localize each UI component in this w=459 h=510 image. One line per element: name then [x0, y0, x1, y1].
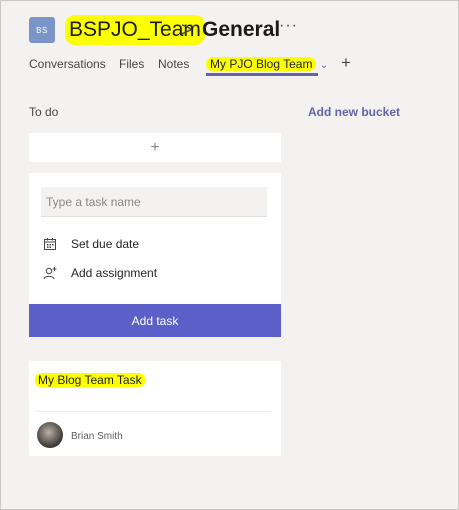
planner-page: BS BSPJO_Team > General ··· Conversation…	[0, 0, 459, 510]
task-title: My Blog Team Task	[35, 373, 145, 387]
tab-files[interactable]: Files	[119, 57, 144, 71]
channel-header: BS BSPJO_Team > General ··· Conversation…	[1, 1, 458, 89]
team-avatar[interactable]: BS	[29, 17, 55, 43]
task-card[interactable]: My Blog Team Task Brian Smith	[29, 361, 281, 456]
set-due-date-label: Set due date	[71, 237, 140, 251]
task-name-input[interactable]	[41, 187, 267, 217]
set-due-date-option[interactable]: Set due date	[43, 235, 139, 253]
add-assignment-label: Add assignment	[71, 266, 158, 280]
breadcrumb-separator: >	[181, 19, 193, 41]
tab-notes[interactable]: Notes	[158, 57, 189, 71]
active-tab-indicator	[206, 73, 318, 76]
channel-name[interactable]: General	[202, 15, 280, 45]
tab-conversations[interactable]: Conversations	[29, 57, 106, 71]
calendar-icon	[44, 238, 56, 250]
add-task-button[interactable]: Add task	[29, 304, 281, 337]
add-person-icon	[43, 267, 57, 280]
add-assignment-option[interactable]: Add assignment	[43, 264, 157, 282]
task-title-text: My Blog Team Task	[35, 373, 145, 387]
bucket-title: To do	[29, 105, 59, 119]
team-initials: BS	[36, 25, 48, 35]
add-task-plus-button[interactable]: +	[29, 133, 281, 162]
more-options-icon[interactable]: ···	[279, 17, 298, 35]
tab-my-pjo-blog-team[interactable]: My PJO Blog Team ⌄	[206, 57, 328, 71]
chevron-down-icon: ⌄	[319, 60, 329, 71]
add-tab-icon[interactable]: +	[341, 53, 351, 73]
new-task-card: Set due date Add assignment Add task	[29, 173, 281, 337]
avatar[interactable]	[37, 422, 63, 448]
add-new-bucket-link[interactable]: Add new bucket	[308, 105, 400, 119]
task-divider	[35, 411, 271, 412]
plus-icon: +	[150, 138, 160, 156]
tab-label: My PJO Blog Team	[206, 57, 317, 71]
assignee-name: Brian Smith	[71, 431, 123, 442]
